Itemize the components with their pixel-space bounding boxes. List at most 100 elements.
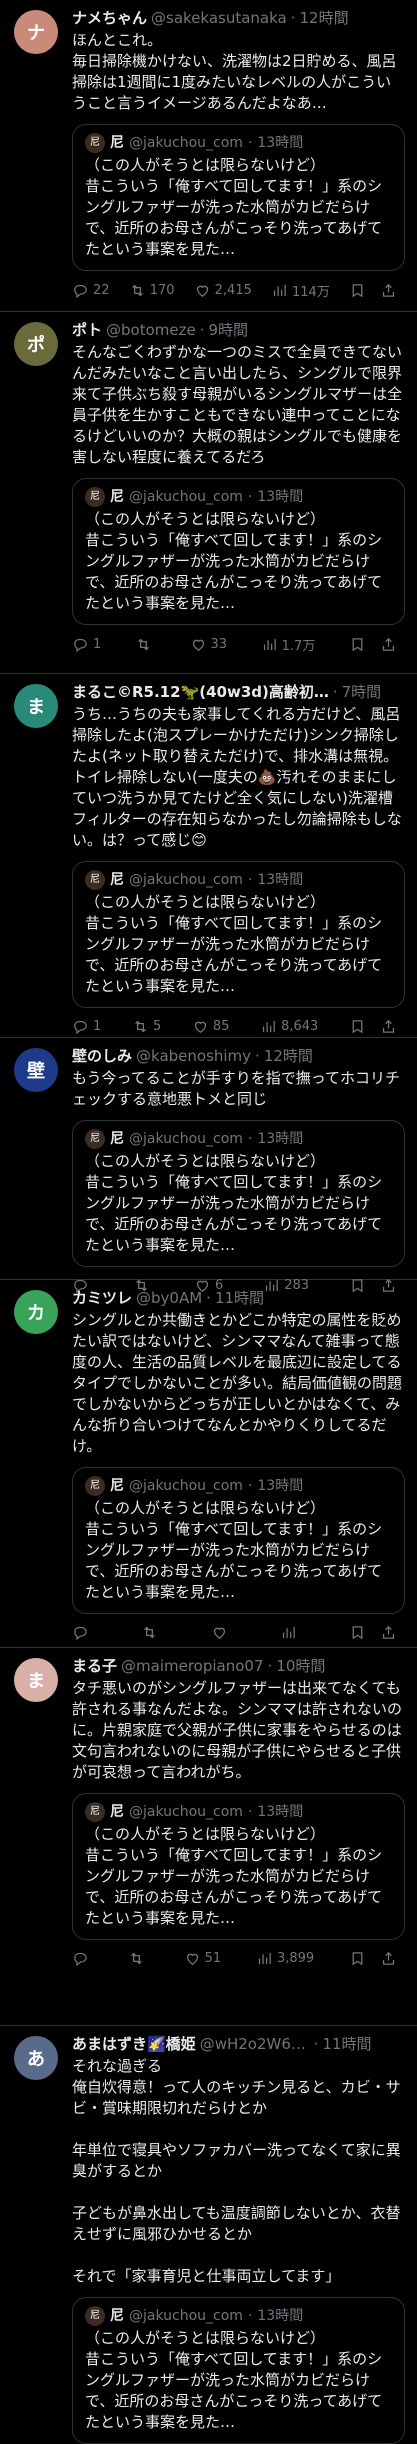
reply-button[interactable]: 1 bbox=[72, 1018, 101, 1035]
post-2[interactable]: ポ ポト @botomeze · 9時間 そんなごくわずかな一つのミスで全員でき… bbox=[0, 312, 417, 674]
post-time[interactable]: 10時間 bbox=[276, 1656, 325, 1676]
post-5[interactable]: カ カミツレ @by0AM · 11時間 シングルとか共働きとかどこか特定の属性… bbox=[0, 1280, 417, 1648]
repost-icon bbox=[131, 284, 143, 297]
share-icon[interactable] bbox=[380, 636, 397, 653]
repost-button[interactable] bbox=[141, 1624, 162, 1641]
separator-dot: · bbox=[199, 321, 205, 339]
quoted-author-name: 尼 bbox=[110, 1478, 124, 1494]
avatar[interactable]: ポ bbox=[14, 322, 58, 366]
quoted-author-name: 尼 bbox=[110, 135, 124, 151]
reply-button[interactable] bbox=[72, 1624, 93, 1641]
post-text: シングルとか共働きとかどこか特定の属性を貶めたい訳ではないけど、シンママなんて雑… bbox=[72, 1311, 403, 1455]
heart-icon bbox=[186, 1953, 198, 1965]
repost-button[interactable] bbox=[135, 636, 156, 653]
views-button[interactable]: 1.7万 bbox=[261, 635, 315, 654]
repost-button[interactable] bbox=[128, 1950, 149, 1967]
heart-icon bbox=[192, 639, 204, 651]
avatar: 尼 bbox=[85, 1129, 105, 1149]
avatar[interactable]: あ bbox=[14, 2036, 58, 2080]
share-icon[interactable] bbox=[380, 282, 397, 299]
like-button[interactable]: 2,415 bbox=[194, 282, 252, 299]
post-time[interactable]: 9時間 bbox=[209, 320, 249, 340]
views-button[interactable]: 8,643 bbox=[260, 1018, 318, 1035]
quoted-post[interactable]: 尼 尼 @jakuchou_com · 13時間 （この人がそうとは限らないけど… bbox=[72, 1120, 405, 1267]
quoted-post[interactable]: 尼 尼 @jakuchou_com · 13時間 （この人がそうとは限らないけど… bbox=[72, 478, 405, 625]
repost-button[interactable]: 5 bbox=[132, 1018, 161, 1035]
author-handle[interactable]: @sakekasutanaka bbox=[151, 8, 287, 28]
share-icon[interactable] bbox=[380, 1018, 397, 1035]
post-text: ほんとこれ。 毎日掃除機かけない、洗濯物は2日貯める、風呂掃除は1週間に1度みた… bbox=[72, 31, 397, 112]
views-button[interactable] bbox=[280, 1624, 301, 1641]
post-time[interactable]: 12時間 bbox=[300, 8, 349, 28]
avatar[interactable]: ま bbox=[14, 1658, 58, 1702]
post-actions: 51 3,899 bbox=[72, 1950, 405, 1967]
post-time[interactable]: 12時間 bbox=[264, 1046, 313, 1066]
repost-button[interactable]: 170 bbox=[129, 282, 175, 299]
views-button[interactable]: 3,899 bbox=[256, 1950, 314, 1967]
post-text: うち…うちの夫も家事してくれる方だけど、風呂掃除したよ(泡スプレーかけただけ)シ… bbox=[72, 705, 402, 849]
quoted-author-name: 尼 bbox=[110, 2308, 124, 2324]
like-button[interactable]: 51 bbox=[184, 1950, 221, 1967]
quoted-post[interactable]: 尼 尼 @jakuchou_com · 13時間 （この人がそうとは限らないけど… bbox=[72, 2297, 405, 2444]
quoted-post[interactable]: 尼 尼 @jakuchou_com · 13時間 （この人がそうとは限らないけど… bbox=[72, 1793, 405, 1940]
quoted-post-text: （この人がそうとは限らないけど） 昔こういう「俺すべて回してます！」系のシングル… bbox=[85, 893, 383, 995]
author-handle[interactable]: @botomeze bbox=[106, 320, 196, 340]
author-handle[interactable]: @kabenoshimy bbox=[136, 1046, 251, 1066]
share-icon[interactable] bbox=[380, 1624, 397, 1641]
post-actions: 1 5 85 8,643 bbox=[72, 1018, 405, 1035]
quoted-post-text: （この人がそうとは限らないけど） 昔こういう「俺すべて回してます！」系のシングル… bbox=[85, 2329, 383, 2431]
avatar[interactable]: 壁 bbox=[14, 1048, 58, 1092]
author-name[interactable]: 壁のしみ bbox=[72, 1046, 132, 1066]
avatar[interactable]: ナ bbox=[14, 10, 58, 54]
post-3[interactable]: ま まるこ©R5.12🦖(40w3d)高齢初… · 7時間 うち…うちの夫も家事… bbox=[0, 674, 417, 1038]
quoted-post[interactable]: 尼 尼 @jakuchou_com · 13時間 （この人がそうとは限らないけど… bbox=[72, 861, 405, 1008]
like-button[interactable] bbox=[211, 1624, 232, 1641]
quoted-post-time: 13時間 bbox=[257, 489, 304, 505]
post-actions: 22 170 2,415 114万 bbox=[72, 281, 405, 300]
like-button[interactable]: 33 bbox=[190, 636, 227, 653]
bookmark-icon[interactable] bbox=[349, 1950, 366, 1967]
quoted-post-text: （この人がそうとは限らないけど） 昔こういう「俺すべて回してます！」系のシングル… bbox=[85, 1499, 383, 1601]
author-name[interactable]: まるこ©R5.12🦖(40w3d)高齢初… bbox=[72, 682, 329, 702]
quoted-post[interactable]: 尼 尼 @jakuchou_com · 13時間 （この人がそうとは限らないけど… bbox=[72, 124, 405, 271]
author-name[interactable]: カミツレ bbox=[72, 1288, 132, 1308]
post-time[interactable]: 11時間 bbox=[215, 1288, 264, 1308]
heart-icon bbox=[194, 1021, 206, 1033]
author-handle[interactable]: @by0AM bbox=[136, 1288, 202, 1308]
post-7[interactable]: あ あまはずき🌠橋姫 @wH2o2W6Vl… · 11時間 それな過ぎる 俺自炊… bbox=[0, 2026, 417, 2444]
quoted-post-text: （この人がそうとは限らないけど） 昔こういう「俺すべて回してます！」系のシングル… bbox=[85, 1152, 383, 1254]
author-name[interactable]: まる子 bbox=[72, 1656, 117, 1676]
author-name[interactable]: あまはずき🌠橋姫 bbox=[72, 2034, 196, 2054]
post-1[interactable]: ナ ナメちゃん @sakekasutanaka · 12時間 ほんとこれ。 毎日… bbox=[0, 0, 417, 312]
views-chart-icon bbox=[263, 638, 276, 651]
bookmark-icon[interactable] bbox=[349, 282, 366, 299]
quoted-post[interactable]: 尼 尼 @jakuchou_com · 13時間 （この人がそうとは限らないけど… bbox=[72, 1467, 405, 1614]
bookmark-icon[interactable] bbox=[349, 636, 366, 653]
bookmark-icon[interactable] bbox=[349, 1018, 366, 1035]
avatar: 尼 bbox=[85, 1476, 105, 1496]
reply-button[interactable] bbox=[72, 1950, 93, 1967]
post-6[interactable]: ま まる子 @maimeropiano07 · 10時間 タチ悪いのがシングルフ… bbox=[0, 1648, 417, 2026]
bookmark-icon[interactable] bbox=[349, 1624, 366, 1641]
share-icon[interactable] bbox=[380, 1950, 397, 1967]
avatar[interactable]: カ bbox=[14, 1290, 58, 1334]
author-handle[interactable]: @maimeropiano07 bbox=[121, 1656, 263, 1676]
post-text: それな過ぎる 俺自炊得意！って人のキッチン見ると、カビ・サビ・賞味期限切れだらけ… bbox=[72, 2057, 401, 2285]
reply-button[interactable]: 22 bbox=[72, 282, 110, 299]
avatar: 尼 bbox=[85, 1802, 105, 1822]
quoted-author-handle: @jakuchou_com bbox=[129, 2308, 243, 2324]
author-name[interactable]: ポト bbox=[72, 320, 102, 340]
post-4[interactable]: 壁 壁のしみ @kabenoshimy · 12時間 もう今ってることが手すりを… bbox=[0, 1038, 417, 1294]
quoted-post-text: （この人がそうとは限らないけど） 昔こういう「俺すべて回してます！」系のシングル… bbox=[85, 156, 383, 258]
like-button[interactable]: 85 bbox=[192, 1018, 229, 1035]
author-name[interactable]: ナメちゃん bbox=[72, 8, 147, 28]
post-text: そんなごくわずかな一つのミスで全員できてないんだみたいなこと言い出したら、シング… bbox=[72, 343, 403, 466]
reply-button[interactable]: 1 bbox=[72, 636, 101, 653]
post-time[interactable]: 7時間 bbox=[342, 682, 382, 702]
author-handle[interactable]: @wH2o2W6Vl… bbox=[200, 2034, 310, 2054]
post-time[interactable]: 11時間 bbox=[322, 2034, 371, 2054]
post-text: もう今ってることが手すりを指で撫ってホコリチェックする意地悪トメと同じ bbox=[72, 1069, 401, 1108]
avatar[interactable]: ま bbox=[14, 684, 58, 728]
separator-dot: · bbox=[206, 1289, 211, 1307]
views-button[interactable]: 114万 bbox=[271, 281, 330, 300]
